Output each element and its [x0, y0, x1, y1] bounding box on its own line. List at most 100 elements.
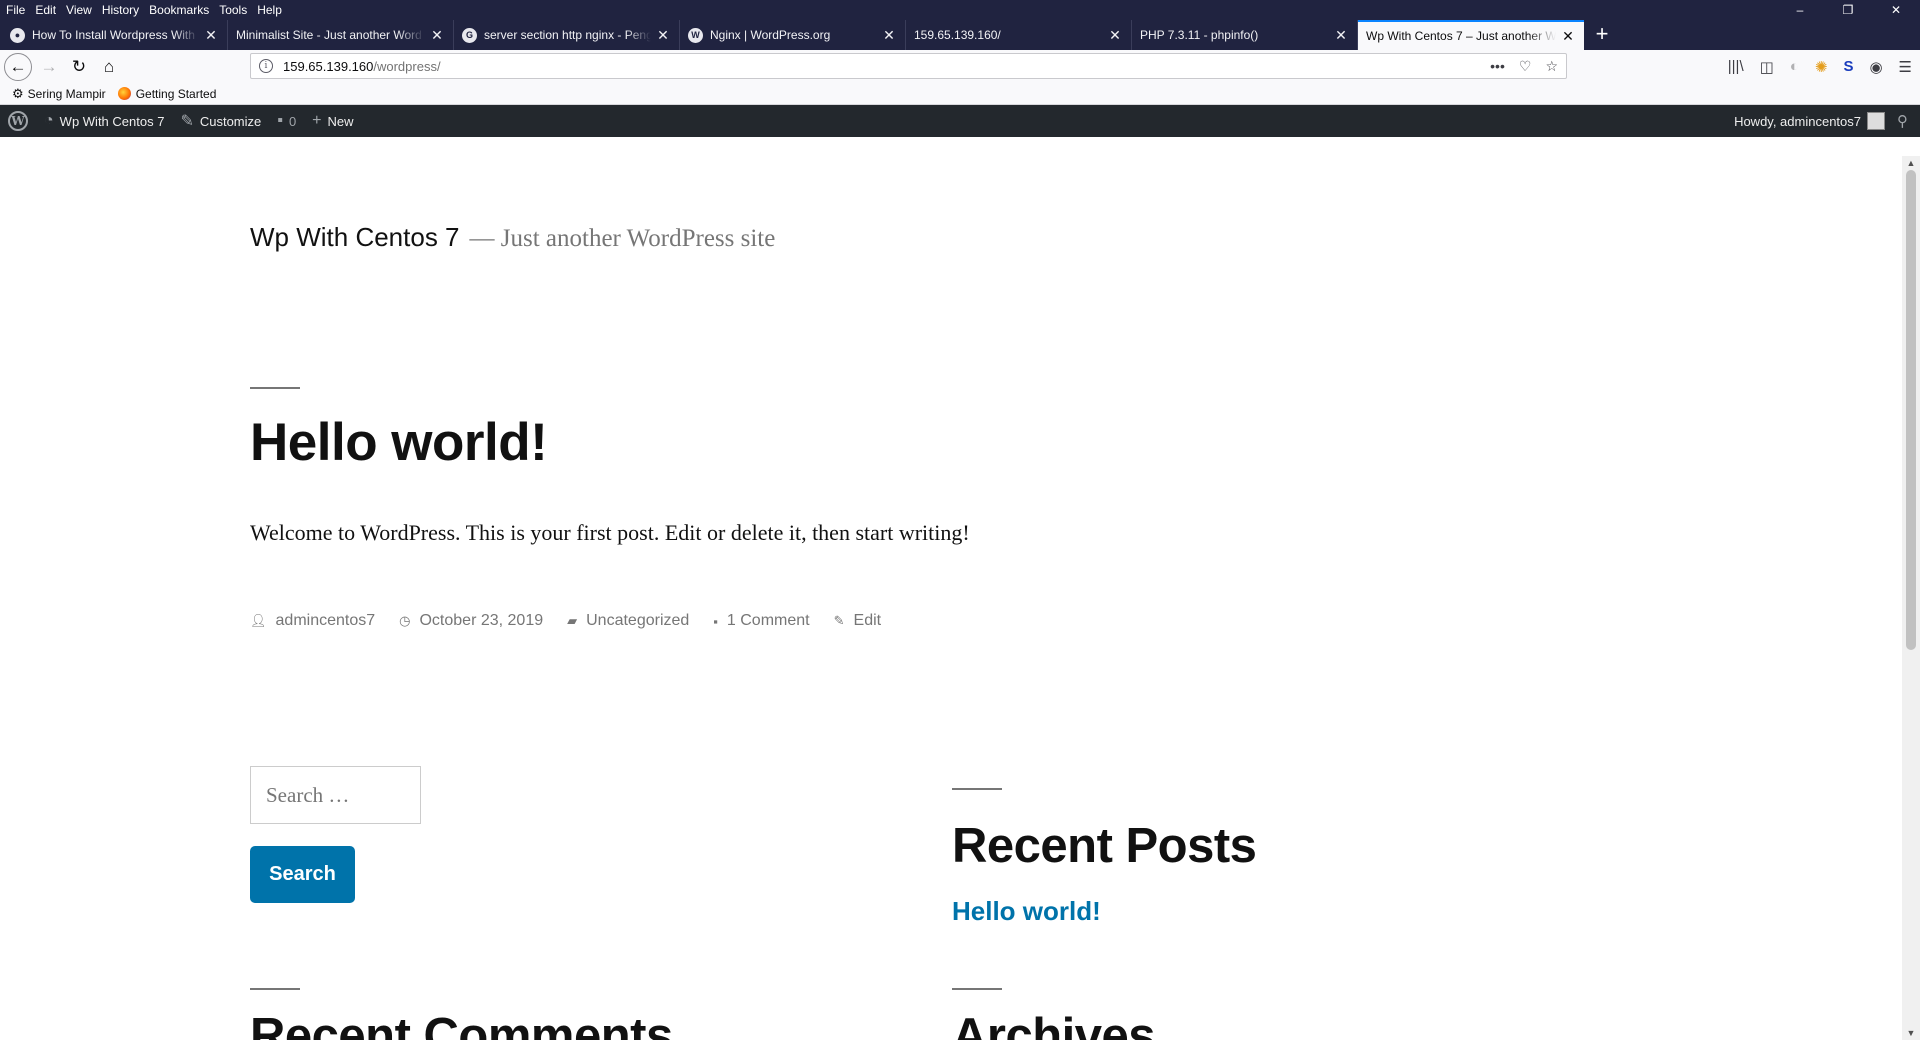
my-account-link[interactable]: Howdy, admincentos7: [1734, 114, 1861, 129]
customize-link[interactable]: ✎ Customize: [172, 105, 269, 137]
post-title[interactable]: Hello world!: [250, 412, 548, 473]
home-button[interactable]: ⌂: [94, 52, 124, 82]
recent-comments-title: Recent Comments: [250, 1009, 673, 1040]
extension-s-icon[interactable]: S: [1843, 58, 1853, 75]
widget-separator: [952, 788, 1002, 790]
bookmark-star-icon[interactable]: ☆: [1545, 58, 1558, 75]
close-window-button[interactable]: ✕: [1872, 0, 1920, 20]
archives-title: Archives: [952, 1009, 1156, 1040]
customize-label: Customize: [199, 113, 262, 129]
site-name-menu[interactable]: ◔ Wp With Centos 7: [36, 105, 172, 137]
close-icon[interactable]: ✕: [1107, 27, 1123, 44]
widget-separator: [250, 988, 300, 990]
close-icon[interactable]: ✕: [655, 27, 671, 44]
site-icon: ●: [10, 27, 25, 43]
pocket-icon[interactable]: ♡: [1519, 58, 1532, 75]
folder-icon: ▰: [567, 613, 578, 628]
post-category[interactable]: ▰ Uncategorized: [567, 612, 689, 630]
site-branding: Wp With Centos 7 — Just another WordPres…: [250, 222, 775, 253]
new-content-menu[interactable]: + New: [304, 105, 361, 137]
site-title[interactable]: Wp With Centos 7: [250, 222, 460, 253]
back-button[interactable]: ←: [4, 52, 32, 81]
avatar[interactable]: [1867, 112, 1885, 130]
bookmarks-toolbar: ⚙ Sering Mampir Getting Started: [0, 83, 1920, 105]
tab-minimalist-site[interactable]: Minimalist Site - Just another Word ✕: [228, 20, 454, 50]
recent-post-link[interactable]: Hello world!: [952, 896, 1101, 927]
widget-separator: [952, 988, 1002, 990]
library-icon[interactable]: |||\: [1728, 58, 1744, 75]
menu-bookmarks[interactable]: Bookmarks: [144, 0, 214, 20]
tab-wp-centos-active[interactable]: Wp With Centos 7 – Just another W ✕: [1358, 20, 1584, 50]
menu-file[interactable]: File: [0, 0, 30, 20]
post-date[interactable]: ◷ October 23, 2019: [399, 612, 543, 630]
tab-title: Wp With Centos 7 – Just another W: [1366, 29, 1556, 43]
tab-google-search[interactable]: G server section http nginx - Peng ✕: [454, 20, 680, 50]
wp-logo-menu[interactable]: W: [0, 105, 36, 137]
search-icon[interactable]: ⚲: [1885, 112, 1920, 130]
tab-how-to-install[interactable]: ● How To Install Wordpress With ✕: [2, 20, 228, 50]
new-tab-button[interactable]: +: [1584, 20, 1620, 50]
bookmark-label: Sering Mampir: [27, 86, 106, 101]
search-button[interactable]: Search: [250, 846, 355, 903]
comments-count: 0: [288, 113, 297, 129]
close-icon[interactable]: ✕: [203, 27, 219, 44]
site-description: — Just another WordPress site: [470, 225, 776, 253]
wordpress-icon: W: [688, 27, 703, 43]
window-controls: – ❐ ✕: [1776, 0, 1920, 20]
tab-phpinfo[interactable]: PHP 7.3.11 - phpinfo() ✕: [1132, 20, 1358, 50]
info-icon[interactable]: i: [259, 59, 273, 73]
minimize-button[interactable]: –: [1776, 0, 1824, 20]
paintbrush-icon: ✎: [180, 113, 194, 130]
comments-link[interactable]: ▪ 0: [269, 105, 304, 137]
extension-gray-icon[interactable]: ◐: [1790, 58, 1799, 75]
close-icon[interactable]: ✕: [1560, 28, 1576, 45]
account-icon[interactable]: ◉: [1869, 58, 1882, 76]
reload-button[interactable]: ↻: [64, 52, 94, 82]
post-author[interactable]: 👤︎ admincentos7: [250, 612, 375, 630]
title-separator: —: [469, 225, 495, 252]
search-input[interactable]: Search …: [250, 766, 421, 824]
site-tagline: Just another WordPress site: [500, 225, 776, 252]
site-name-label: Wp With Centos 7: [59, 113, 165, 129]
url-actions: ••• ♡ ☆: [1490, 58, 1558, 75]
url-bar[interactable]: i 159.65.139.160/wordpress/ ••• ♡ ☆: [250, 53, 1567, 79]
close-icon[interactable]: ✕: [429, 27, 445, 44]
wp-admin-bar: W ◔ Wp With Centos 7 ✎ Customize ▪ 0 + N…: [0, 105, 1920, 137]
close-icon[interactable]: ✕: [881, 27, 897, 44]
menu-help[interactable]: Help: [252, 0, 287, 20]
post-comments[interactable]: ▪ 1 Comment: [713, 612, 809, 630]
author-name: admincentos7: [275, 612, 376, 629]
url-host: 159.65.139.160: [283, 58, 374, 74]
close-icon[interactable]: ✕: [1333, 27, 1349, 44]
page-actions-icon[interactable]: •••: [1490, 58, 1505, 74]
toolbar-right: |||\ ◫ ◐ ✺ S ◉ ☰: [1728, 50, 1912, 83]
bookmark-getting-started[interactable]: Getting Started: [117, 87, 216, 101]
post-edit[interactable]: ✎ Edit: [834, 612, 881, 630]
restore-button[interactable]: ❐: [1824, 0, 1872, 20]
menu-edit[interactable]: Edit: [30, 0, 61, 20]
scroll-down-icon[interactable]: ▼: [1902, 1028, 1920, 1038]
gear-icon: ⚙: [12, 85, 24, 101]
menu-view[interactable]: View: [61, 0, 97, 20]
menu-tools[interactable]: Tools: [214, 0, 252, 20]
hamburger-menu-icon[interactable]: ☰: [1899, 58, 1912, 76]
extension-orange-icon[interactable]: ✺: [1815, 58, 1828, 76]
new-label: New: [327, 113, 354, 129]
page-viewport: Wp With Centos 7 — Just another WordPres…: [0, 156, 1902, 1040]
menu-history[interactable]: History: [97, 0, 144, 20]
forward-button[interactable]: →: [34, 52, 64, 82]
google-icon: G: [462, 27, 477, 43]
tab-ip-address[interactable]: 159.65.139.160/ ✕: [906, 20, 1132, 50]
sidebar-icon[interactable]: ◫: [1760, 58, 1774, 76]
edit-text: Edit: [853, 612, 882, 629]
post-meta: 👤︎ admincentos7 ◷ October 23, 2019 ▰ Unc…: [250, 612, 905, 630]
post-separator: [250, 387, 300, 389]
dashboard-icon: ◔: [44, 112, 54, 129]
bookmark-sering-mampir[interactable]: ⚙ Sering Mampir: [12, 86, 106, 102]
scroll-up-icon[interactable]: ▲: [1902, 158, 1920, 168]
vertical-scrollbar[interactable]: ▲ ▼: [1902, 156, 1920, 1040]
tab-title: 159.65.139.160/: [914, 28, 1001, 42]
tab-title: How To Install Wordpress With: [32, 28, 195, 42]
scrollbar-thumb[interactable]: [1906, 170, 1916, 650]
tab-wordpress-org[interactable]: W Nginx | WordPress.org ✕: [680, 20, 906, 50]
